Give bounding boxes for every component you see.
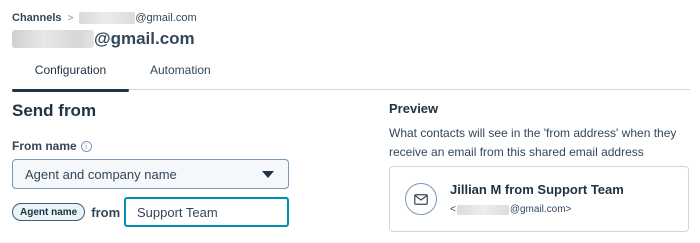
page-title-text: @gmail.com [94, 29, 195, 48]
envelope-icon [405, 183, 437, 215]
send-from-heading: Send from [12, 101, 97, 120]
tab-configuration[interactable]: Configuration [12, 58, 129, 92]
preview-card: Jillian M from Support Team < @gmail.com… [389, 166, 689, 232]
preview-description: What contacts will see in the 'from addr… [389, 126, 677, 159]
caret-down-icon [262, 171, 274, 178]
redacted-email-user [456, 204, 509, 215]
from-name-select[interactable]: Agent and company name [12, 159, 289, 189]
from-word: from [91, 204, 121, 220]
email-domain: @gmail.com> [509, 204, 572, 215]
breadcrumb-current: @gmail.com [135, 12, 197, 24]
redacted-email-user [79, 12, 136, 24]
chevron-right-icon: > [67, 12, 74, 24]
info-icon[interactable]: i [80, 140, 92, 152]
team-name-input[interactable] [124, 197, 289, 227]
agent-name-row: Agent name from [12, 197, 289, 227]
preview-sender-name: Jillian M from Support Team [450, 182, 624, 197]
preview-heading: Preview [389, 101, 439, 116]
tab-automation[interactable]: Automation [150, 58, 211, 90]
email-open-bracket: < [450, 204, 456, 215]
agent-name-token[interactable]: Agent name [12, 203, 86, 221]
redacted-email-user [12, 30, 94, 48]
breadcrumb-channels-link[interactable]: Channels [12, 12, 62, 24]
tab-bar: Configuration Automation [12, 58, 690, 92]
from-name-label: From name i [12, 139, 92, 153]
from-name-select-value: Agent and company name [25, 166, 177, 182]
from-name-label-text: From name [12, 139, 77, 153]
page-title: @gmail.com [12, 28, 195, 50]
preview-sender-email: < @gmail.com> [450, 204, 571, 215]
breadcrumb: Channels > @gmail.com [12, 10, 197, 26]
